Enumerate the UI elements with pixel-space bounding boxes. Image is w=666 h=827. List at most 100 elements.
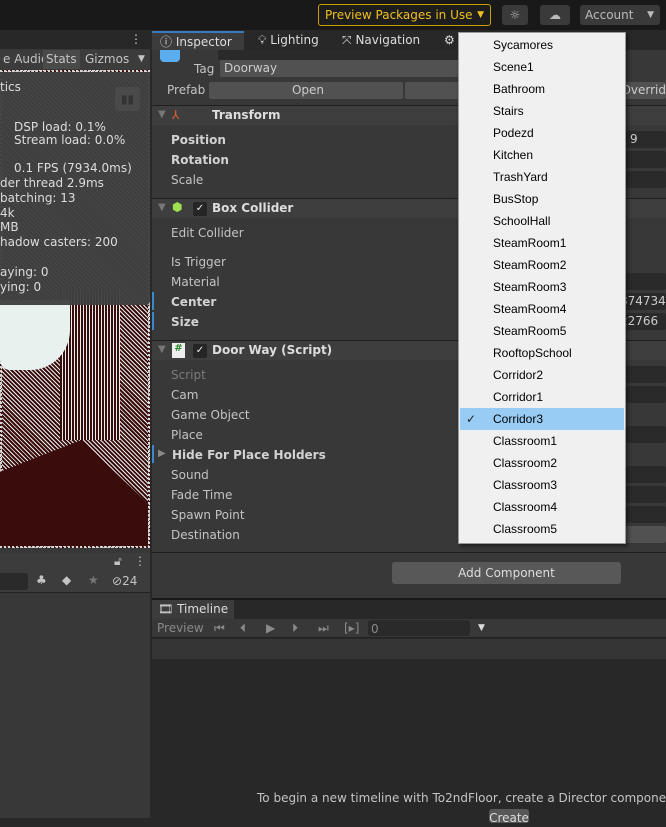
stats-line: ying: 0	[0, 280, 42, 294]
tab-label: Navigation	[355, 33, 421, 47]
dropdown-option[interactable]: SteamRoom1	[460, 232, 624, 254]
dropdown-option[interactable]: Scene1	[460, 56, 624, 78]
name-field[interactable]	[218, 50, 458, 60]
dropdown-option[interactable]: BusStop	[460, 188, 624, 210]
pause-icon[interactable]: ▮▮	[115, 87, 140, 111]
destination-dropdown[interactable]	[626, 526, 666, 543]
chevron-down-icon[interactable]: ▼	[135, 50, 148, 69]
play-icon[interactable]: ▶	[266, 619, 275, 638]
option-label: Classroom5	[493, 522, 558, 536]
create-button[interactable]: Create	[489, 809, 529, 825]
gizmos-button[interactable]: Gizmos	[82, 50, 132, 69]
option-label: SchoolHall	[493, 214, 551, 228]
scale-field[interactable]	[626, 171, 666, 188]
rotation-field[interactable]	[626, 151, 666, 168]
dropdown-option[interactable]: TrashYard	[460, 166, 624, 188]
hierarchy-toolbar: ♣ ◆ ★ ⊘24	[0, 571, 150, 593]
more-menu-icon[interactable]: ⋮	[130, 32, 142, 46]
previous-frame-icon[interactable]: ⏴	[240, 619, 246, 638]
cam-field[interactable]	[626, 386, 666, 403]
add-component-button[interactable]: Add Component	[392, 562, 621, 584]
preview-packages-button[interactable]: Preview Packages in Use ▼	[318, 4, 491, 26]
option-label: Classroom3	[493, 478, 558, 492]
stats-button[interactable]: Stats	[43, 50, 80, 69]
go-to-end-icon[interactable]: ⏭	[318, 619, 329, 638]
dropdown-option[interactable]: Stairs	[460, 100, 624, 122]
enabled-checkbox[interactable]: ✓	[193, 344, 207, 358]
star-icon[interactable]: ★	[88, 573, 99, 587]
dropdown-option[interactable]: Sycamores	[460, 34, 624, 56]
spawn-point-field[interactable]	[626, 506, 666, 523]
hierarchy-header: 🔓︎ ⋮	[0, 553, 150, 571]
option-label: Podezd	[493, 126, 534, 140]
frame-input[interactable]: 0	[368, 620, 470, 636]
info-icon: ⓘ	[160, 35, 173, 49]
dropdown-option[interactable]: SteamRoom2	[460, 254, 624, 276]
position-field[interactable]: 9	[626, 131, 666, 148]
tab-navigation[interactable]: ⤧ Navigation	[334, 31, 420, 50]
dropdown-option[interactable]: Podezd	[460, 122, 624, 144]
checkmark-icon: ✓	[466, 412, 477, 426]
collapse-triangle-icon[interactable]: ▼	[158, 109, 166, 120]
collapse-triangle-icon[interactable]: ▼	[158, 344, 166, 355]
visibility-icon[interactable]: ⊘24	[112, 574, 137, 588]
gear-icon[interactable]: ⚙	[436, 31, 455, 50]
prefab-open-button[interactable]: Open	[209, 82, 403, 99]
scene-filter-icon[interactable]: ♣	[36, 573, 47, 587]
add-component-label: Add Component	[458, 566, 555, 580]
tab-label: Lighting	[270, 33, 319, 47]
dropdown-option[interactable]: SteamRoom5	[460, 320, 624, 342]
play-range-icon[interactable]: [▸]	[344, 619, 359, 638]
next-frame-icon[interactable]: ⏵	[292, 619, 298, 638]
chevron-down-icon[interactable]: ▼	[478, 619, 485, 638]
option-label: Classroom1	[493, 434, 558, 448]
dropdown-option[interactable]: RooftopSchool	[460, 342, 624, 364]
dropdown-option[interactable]: Classroom4	[460, 496, 624, 518]
dropdown-option[interactable]: Classroom5	[460, 518, 624, 540]
material-label: Material	[171, 275, 220, 289]
dropdown-option[interactable]: SteamRoom3	[460, 276, 624, 298]
material-field[interactable]	[626, 273, 666, 290]
prefab-label: Prefab	[167, 83, 206, 97]
dropdown-option[interactable]: SchoolHall	[460, 210, 624, 232]
dropdown-option[interactable]: Classroom1	[460, 430, 624, 452]
transform-icon: ⅄	[172, 108, 180, 122]
prefab-overrides-label: Overrid	[621, 83, 666, 97]
option-label: Bathroom	[493, 82, 546, 96]
is-trigger-label: Is Trigger	[171, 255, 226, 269]
spawn-point-label: Spawn Point	[171, 508, 245, 522]
dropdown-option[interactable]: Classroom3	[460, 474, 624, 496]
navigation-icon: ⤧	[342, 33, 352, 47]
sound-field[interactable]	[626, 466, 666, 483]
fade-time-field[interactable]	[626, 486, 666, 503]
dropdown-option[interactable]: Corridor2	[460, 364, 624, 386]
tag-icon[interactable]: ◆	[62, 573, 71, 587]
lock-icon[interactable]: 🔓︎	[114, 554, 122, 569]
expand-triangle-icon[interactable]: ▶	[158, 448, 166, 459]
dropdown-option[interactable]: SteamRoom4	[460, 298, 624, 320]
dropdown-option[interactable]: ✓ Corridor3	[460, 408, 624, 430]
place-field[interactable]	[626, 426, 666, 443]
go-to-start-icon[interactable]: ⏮	[214, 619, 225, 638]
tab-lighting[interactable]: 💡︎ Lighting	[250, 31, 319, 50]
search-input[interactable]	[0, 573, 28, 590]
dropdown-option[interactable]: Kitchen	[460, 144, 624, 166]
more-menu-icon[interactable]: ⋮	[134, 554, 146, 568]
script-field[interactable]	[626, 366, 666, 383]
option-label: Scene1	[493, 60, 534, 74]
tab-inspector[interactable]: ⓘ Inspector	[152, 31, 244, 50]
preview-button[interactable]: Preview	[157, 619, 204, 638]
collapse-triangle-icon[interactable]: ▼	[158, 202, 166, 213]
tag-dropdown[interactable]: Doorway	[220, 60, 460, 77]
cloud-icon[interactable]: ☁	[540, 5, 570, 25]
account-button[interactable]: Account ▼	[580, 5, 660, 25]
option-label: BusStop	[493, 192, 539, 206]
enabled-checkbox[interactable]: ✓	[193, 202, 207, 216]
hide-for-place-holders-label[interactable]: Hide For Place Holders	[172, 448, 326, 462]
settings-sun-icon[interactable]: ☼	[502, 5, 528, 25]
dropdown-option[interactable]: Corridor1	[460, 386, 624, 408]
dropdown-option[interactable]: Classroom2	[460, 452, 624, 474]
tab-timeline[interactable]: 🎞︎ Timeline	[152, 600, 234, 619]
option-label: SteamRoom3	[493, 280, 567, 294]
dropdown-option[interactable]: Bathroom	[460, 78, 624, 100]
